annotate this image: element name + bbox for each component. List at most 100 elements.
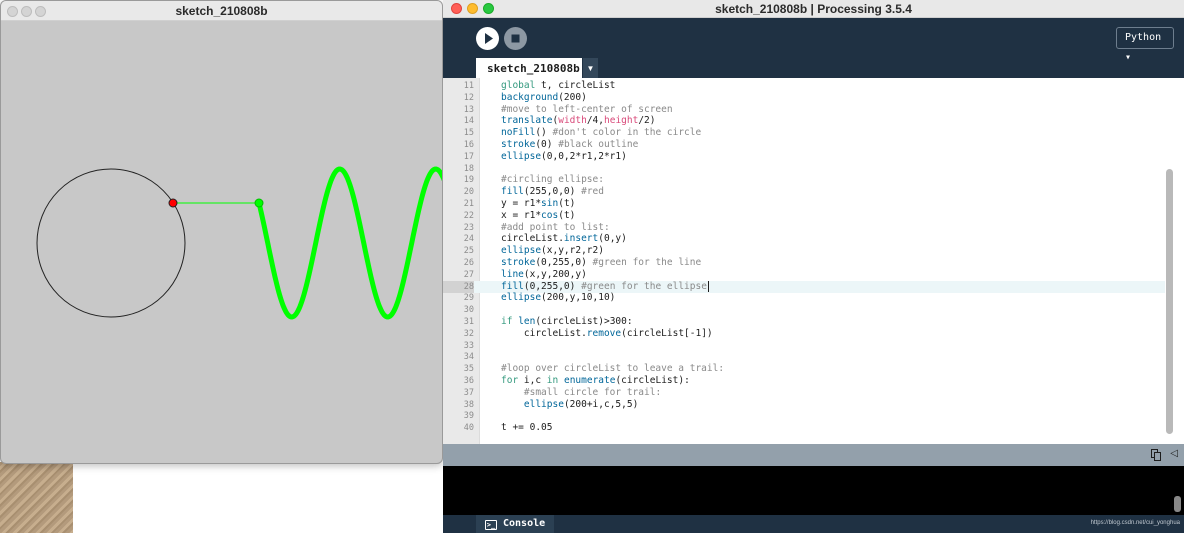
- code-line[interactable]: 20 fill(255,0,0) #red: [443, 186, 1165, 198]
- code-line[interactable]: 39: [443, 410, 1165, 422]
- code-line[interactable]: 35 #loop over circleList to leave a trail…: [443, 363, 1165, 375]
- code-line[interactable]: 25 ellipse(x,y,r2,r2): [443, 245, 1165, 257]
- code-line[interactable]: 26 stroke(0,255,0) #green for the line: [443, 257, 1165, 269]
- code-line[interactable]: 37 #small circle for trail:: [443, 387, 1165, 399]
- line-number: 34: [463, 352, 474, 363]
- code-line[interactable]: 34: [443, 351, 1165, 363]
- code-text: ellipse(0,0,2*r1,2*r1): [501, 150, 627, 162]
- code-line[interactable]: 11 global t, circleList: [443, 80, 1165, 92]
- code-text: stroke(0) #black outline: [501, 139, 639, 150]
- code-text: ellipse(200+i,c,5,5): [523, 398, 639, 410]
- watermark: https://blog.csdn.net/cui_yonghua: [1090, 520, 1180, 526]
- code-text: x = r1*cos(t): [501, 209, 576, 221]
- code-line[interactable]: 12 background(200): [443, 92, 1165, 104]
- code-line[interactable]: 32 circleList.remove(circleList[-1]): [443, 328, 1165, 340]
- run-button[interactable]: [476, 27, 499, 50]
- stop-icon: [511, 34, 520, 43]
- line-number: 21: [463, 199, 474, 209]
- code-line[interactable]: 17 ellipse(0,0,2*r1,2*r1): [443, 151, 1165, 163]
- line-number: 35: [463, 364, 474, 375]
- line-number: 26: [463, 258, 474, 268]
- desktop-wallpaper: [0, 462, 73, 533]
- line-number: 12: [463, 92, 474, 103]
- processing-ide-window: sketch_210808b | Processing 3.5.4 Python…: [443, 0, 1184, 533]
- line-number: 30: [463, 305, 474, 316]
- play-icon: [485, 33, 493, 44]
- code-text: if len(circleList)>300:: [501, 316, 633, 327]
- line-number: 14: [463, 116, 474, 127]
- code-editor[interactable]: 11 global t, circleList 12 background(200) 1…: [443, 78, 1184, 444]
- line-number: 33: [463, 340, 474, 351]
- editor-scrollbar[interactable]: [1166, 84, 1173, 434]
- line-number: 39: [463, 411, 474, 422]
- code-line[interactable]: 33: [443, 340, 1165, 352]
- code-line[interactable]: 16 stroke(0) #black outline: [443, 139, 1165, 151]
- code-text: circleList.insert(0,y): [501, 233, 627, 245]
- sketch-canvas[interactable]: [1, 21, 443, 464]
- code-text: background(200): [501, 91, 587, 103]
- line-number: 25: [463, 246, 474, 257]
- console-tab-label: Console: [503, 518, 546, 529]
- text-caret: [707, 281, 709, 293]
- bottom-bar: >_ Console https://blog.csdn.net/cui_yong…: [443, 515, 1184, 533]
- outline-circle: [36, 168, 186, 318]
- code-line[interactable]: 30: [443, 304, 1165, 316]
- code-line[interactable]: 22 x = r1*cos(t): [443, 210, 1165, 222]
- code-line[interactable]: 40 t += 0.05: [443, 422, 1165, 434]
- line-number: 36: [463, 376, 474, 386]
- sine-trail: [256, 166, 442, 320]
- toolbar: Python ▾ sketch_210808b ▼: [443, 18, 1184, 79]
- scroll-thumb[interactable]: [1166, 169, 1173, 434]
- line-number: 17: [463, 151, 474, 162]
- code-text: fill(0,255,0) #green for the ellipse: [501, 280, 707, 292]
- code-text: noFill() #don't color in the circle: [501, 127, 702, 139]
- status-bar: ◁: [443, 444, 1184, 466]
- code-text: ellipse(x,y,r2,r2): [501, 245, 604, 257]
- console-scrollbar[interactable]: [1174, 496, 1181, 512]
- code-text: line(x,y,200,y): [501, 268, 587, 280]
- ide-titlebar[interactable]: sketch_210808b | Processing 3.5.4: [443, 0, 1184, 18]
- code-text: for i,c in enumerate(circleList):: [501, 375, 690, 386]
- mode-selector[interactable]: Python ▾: [1116, 27, 1174, 63]
- stop-button[interactable]: [504, 27, 527, 50]
- copy-icon[interactable]: [1151, 449, 1161, 461]
- code-line[interactable]: 36 for i,c in enumerate(circleList):: [443, 375, 1165, 387]
- code-text: stroke(0,255,0) #green for the line: [501, 257, 702, 268]
- code-line[interactable]: 28 fill(0,255,0) #green for the ellipse: [443, 280, 1165, 293]
- code-line[interactable]: 14 translate(width/4,height/2): [443, 115, 1165, 127]
- code-line[interactable]: 27 line(x,y,200,y): [443, 269, 1165, 281]
- code-line[interactable]: 24 circleList.insert(0,y): [443, 233, 1165, 245]
- code-line[interactable]: 21 y = r1*sin(t): [443, 198, 1165, 210]
- sketch-titlebar[interactable]: sketch_210808b: [1, 1, 442, 21]
- code-text: #small circle for trail:: [523, 386, 662, 398]
- code-line[interactable]: 18: [443, 163, 1165, 175]
- line-number: 23: [463, 222, 474, 233]
- code-text: #move to left-center of screen: [501, 103, 673, 115]
- code-line[interactable]: 38 ellipse(200+i,c,5,5): [443, 399, 1165, 411]
- line-number: 29: [463, 293, 474, 304]
- code-text: fill(255,0,0) #red: [501, 186, 604, 198]
- code-line[interactable]: 23 #add point to list:: [443, 222, 1165, 234]
- collapse-arrow-icon[interactable]: ◁: [1170, 448, 1178, 459]
- line-number: 11: [463, 81, 474, 91]
- code-text: translate(width/4,height/2): [501, 115, 656, 127]
- code-line[interactable]: 19 #circling ellipse:: [443, 174, 1165, 186]
- line-number: 32: [463, 328, 474, 339]
- code-line[interactable]: 15 noFill() #don't color in the circle: [443, 127, 1165, 139]
- sketch-window: sketch_210808b: [0, 0, 443, 464]
- code-line[interactable]: 13 #move to left-center of screen: [443, 104, 1165, 116]
- console-icon: >_: [485, 520, 497, 530]
- tab-sketch[interactable]: sketch_210808b: [476, 58, 582, 79]
- code-line[interactable]: 29 ellipse(200,y,10,10): [443, 292, 1165, 304]
- code-text: global t, circleList: [501, 80, 616, 91]
- line-number: 20: [463, 187, 474, 198]
- console-output[interactable]: [443, 466, 1184, 515]
- tab-menu-button[interactable]: ▼: [583, 58, 598, 79]
- line-number: 27: [463, 269, 474, 280]
- line-number: 18: [463, 163, 474, 174]
- code-text: #circling ellipse:: [501, 174, 604, 186]
- code-line[interactable]: 31 if len(circleList)>300:: [443, 316, 1165, 328]
- code-text: ellipse(200,y,10,10): [501, 292, 616, 304]
- code-text: y = r1*sin(t): [501, 198, 576, 209]
- console-tab[interactable]: >_ Console: [476, 515, 554, 533]
